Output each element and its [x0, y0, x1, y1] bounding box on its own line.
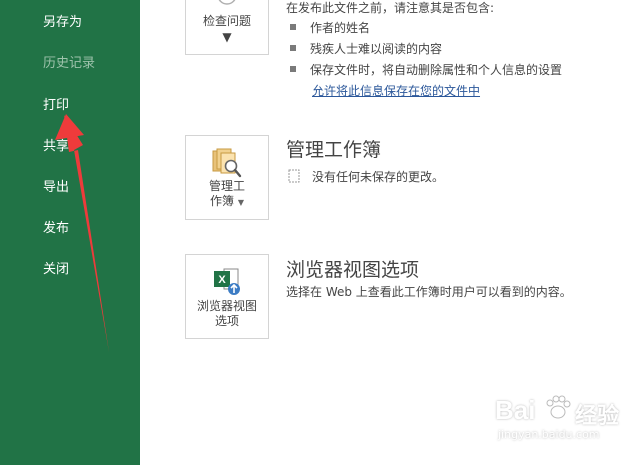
red-arrow-annotation	[55, 114, 109, 352]
